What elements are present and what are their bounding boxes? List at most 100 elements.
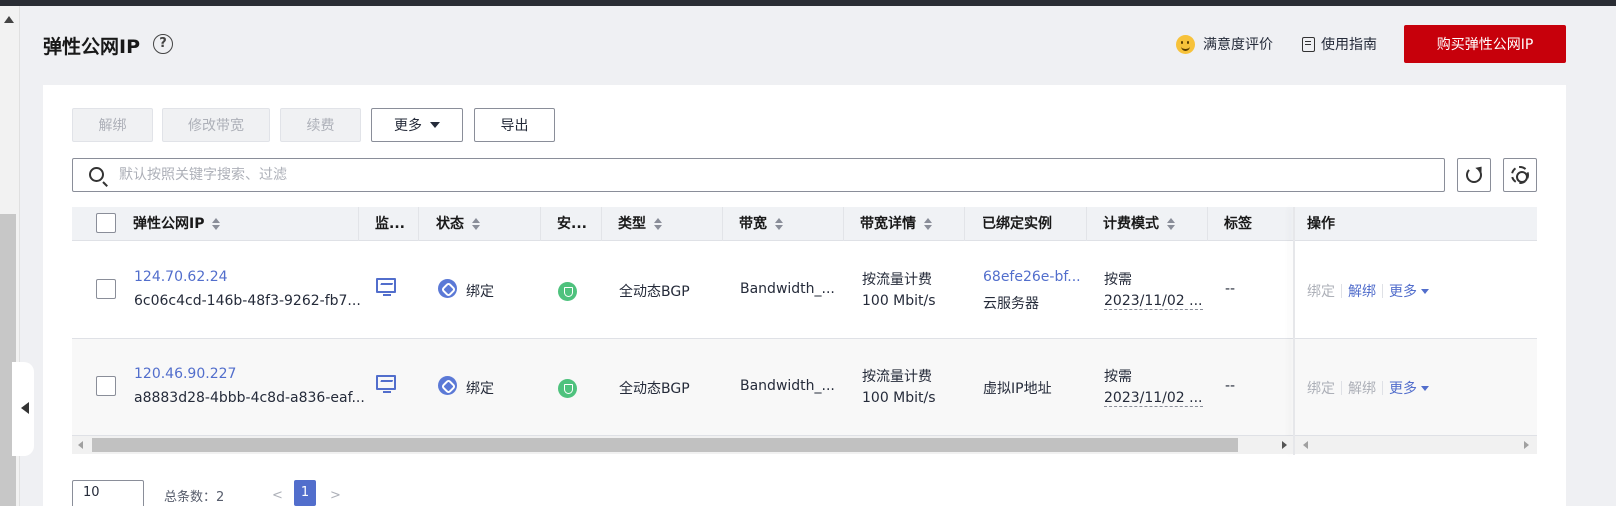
tags-text: --: [1225, 378, 1236, 394]
scroll-right-icon[interactable]: [1282, 441, 1287, 449]
col-security-label: 安...: [557, 216, 587, 232]
edit-doc-icon: [1302, 36, 1315, 52]
eip-id: a8883d28-4bbb-4c8d-a836-eaf...: [134, 390, 365, 406]
col-divider: [601, 207, 602, 241]
col-tags-label: 标签: [1224, 216, 1252, 232]
sort-icon[interactable]: [472, 218, 480, 230]
bound-status-icon: [438, 279, 457, 298]
unbind-action[interactable]: 解绑: [1348, 378, 1376, 398]
satisfaction-label: 满意度评价: [1203, 37, 1273, 53]
smile-icon: [1176, 34, 1195, 54]
refresh-button[interactable]: [1457, 158, 1491, 192]
guide-link[interactable]: 使用指南: [1302, 34, 1377, 54]
horizontal-scrollbar[interactable]: [72, 436, 1293, 454]
instance-type: 云服务器: [983, 296, 1039, 312]
unbind-button[interactable]: 解绑: [72, 108, 153, 142]
scroll-up-icon[interactable]: [4, 16, 14, 23]
col-eip[interactable]: 弹性公网IP: [133, 207, 221, 241]
scrollbar-thumb[interactable]: [92, 438, 1238, 452]
fixed-column-scrollbar[interactable]: [1295, 436, 1537, 454]
instance-link[interactable]: 68efe26e-bf...: [983, 269, 1081, 285]
row-checkbox[interactable]: [96, 279, 116, 299]
eip-link[interactable]: 120.46.90.227: [134, 366, 236, 382]
page-size-select[interactable]: 10: [72, 480, 144, 506]
help-icon[interactable]: ?: [153, 34, 173, 54]
sort-icon[interactable]: [212, 218, 221, 230]
billing-date: 2023/11/02 ...: [1104, 390, 1203, 407]
modify-bandwidth-label: 修改带宽: [188, 118, 244, 134]
scrollbar-thumb[interactable]: [0, 214, 16, 506]
more-action[interactable]: 更多: [1389, 281, 1417, 301]
col-tags: 标签: [1224, 207, 1252, 241]
sidebar-collapse-toggle[interactable]: [12, 362, 34, 456]
sort-icon[interactable]: [654, 218, 662, 230]
unbind-action[interactable]: 解绑: [1348, 281, 1376, 301]
col-type[interactable]: 类型: [618, 207, 662, 241]
type-text: 全动态BGP: [619, 284, 690, 300]
col-actions-label: 操作: [1307, 216, 1335, 232]
next-page-button[interactable]: >: [330, 488, 341, 503]
sort-icon[interactable]: [924, 218, 932, 230]
caret-down-icon[interactable]: [1421, 385, 1429, 391]
bandwidth-size: 100 Mbit/s: [862, 390, 936, 406]
col-eip-label: 弹性公网IP: [133, 216, 205, 232]
tags-text: --: [1225, 281, 1236, 297]
row-actions: 绑定 解绑 更多: [1307, 281, 1429, 301]
bind-action[interactable]: 绑定: [1307, 378, 1335, 398]
more-action[interactable]: 更多: [1389, 378, 1417, 398]
divider: [1341, 284, 1342, 298]
table-row: 124.70.62.24 6c06c4cd-146b-48f3-9262-fb7…: [72, 242, 1537, 339]
monitor-icon[interactable]: [376, 375, 396, 393]
shield-icon: [558, 282, 577, 301]
caret-down-icon[interactable]: [1421, 288, 1429, 294]
renew-button[interactable]: 续费: [280, 108, 361, 142]
col-bandwidth-detail[interactable]: 带宽详情: [860, 207, 932, 241]
row-checkbox[interactable]: [96, 376, 116, 396]
bind-action[interactable]: 绑定: [1307, 281, 1335, 301]
current-page[interactable]: 1: [294, 480, 316, 506]
renew-label: 续费: [306, 118, 335, 134]
eip-link[interactable]: 124.70.62.24: [134, 269, 228, 285]
col-divider: [843, 207, 844, 241]
col-bandwidth[interactable]: 带宽: [739, 207, 783, 241]
settings-button[interactable]: [1503, 158, 1537, 192]
modify-bandwidth-button[interactable]: 修改带宽: [162, 108, 270, 142]
col-billing[interactable]: 计费模式: [1103, 207, 1175, 241]
buy-eip-button[interactable]: 购买弹性公网IP: [1404, 25, 1566, 63]
bandwidth-name: Bandwidth_...: [740, 378, 835, 394]
col-status-label: 状态: [436, 216, 464, 232]
col-actions: 操作: [1307, 207, 1335, 241]
col-divider: [1207, 207, 1208, 241]
prev-page-button[interactable]: <: [272, 488, 283, 503]
export-label: 导出: [500, 118, 529, 134]
refresh-icon: [1466, 167, 1482, 183]
status-text: 绑定: [466, 381, 494, 397]
caret-left-icon: [21, 402, 29, 414]
bandwidth-size: 100 Mbit/s: [862, 293, 936, 309]
divider: [1341, 381, 1342, 395]
col-status[interactable]: 状态: [436, 207, 480, 241]
unbind-label: 解绑: [98, 118, 127, 134]
col-monitor: 监...: [375, 207, 405, 241]
col-divider: [964, 207, 965, 241]
select-all-checkbox[interactable]: [96, 213, 116, 233]
sort-icon[interactable]: [1167, 218, 1175, 230]
scroll-left-icon[interactable]: [1303, 441, 1308, 449]
col-divider: [540, 207, 541, 241]
export-button[interactable]: 导出: [474, 108, 555, 142]
col-security: 安...: [557, 207, 587, 241]
billing-mode: 按需: [1104, 272, 1132, 288]
satisfaction-link[interactable]: 满意度评价: [1176, 34, 1273, 54]
more-dropdown-button[interactable]: 更多: [371, 108, 463, 142]
scroll-right-icon[interactable]: [1524, 441, 1529, 449]
monitor-icon[interactable]: [376, 278, 396, 296]
search-bar[interactable]: [72, 158, 1445, 192]
bandwidth-name: Bandwidth_...: [740, 281, 835, 297]
col-billing-label: 计费模式: [1103, 216, 1159, 232]
search-input[interactable]: [119, 163, 1419, 187]
sort-icon[interactable]: [775, 218, 783, 230]
scroll-left-icon[interactable]: [78, 441, 83, 449]
status-text: 绑定: [466, 284, 494, 300]
bandwidth-mode: 按流量计费: [862, 272, 932, 288]
col-bound-instance: 已绑定实例: [982, 207, 1052, 241]
